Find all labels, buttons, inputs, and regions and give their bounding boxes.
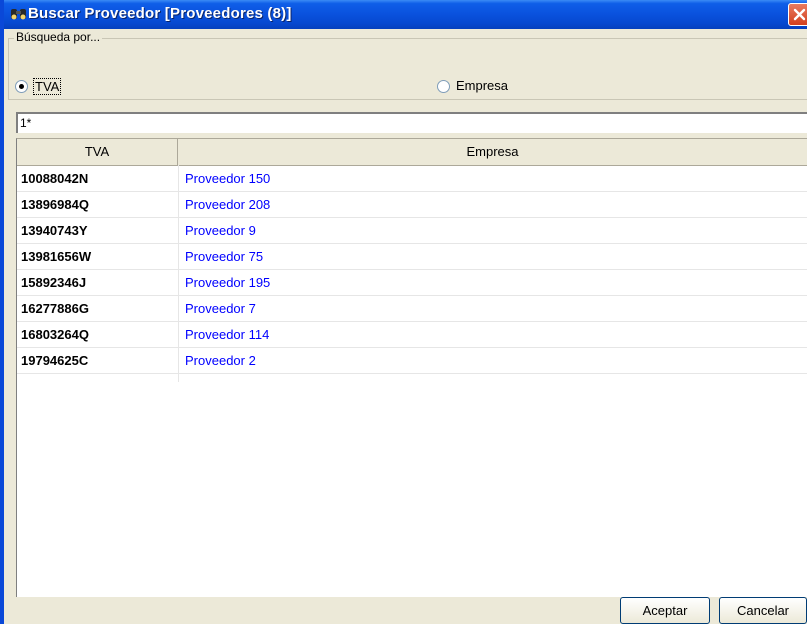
title-bar[interactable]: Buscar Proveedor [Proveedores (8)] [4, 0, 807, 29]
cell-empresa: Proveedor 195 [185, 275, 271, 290]
table-row[interactable]: 10088042N Proveedor 150 [17, 166, 807, 192]
cell-empresa: Proveedor 9 [185, 223, 256, 238]
table-row[interactable]: 13981656W Proveedor 75 [17, 244, 807, 270]
cell-tva: 15892346J [21, 275, 87, 290]
table-row[interactable]: 13896984Q Proveedor 208 [17, 192, 807, 218]
cell-empresa: Proveedor 150 [185, 171, 271, 186]
table-row[interactable]: 19794625C Proveedor 2 [17, 348, 807, 374]
cell-tva: 10088042N [21, 171, 89, 186]
binoculars-icon [10, 5, 28, 23]
close-button[interactable] [788, 3, 807, 26]
results-grid: TVA Empresa 10088042N Proveedor 150 1389… [16, 138, 807, 597]
cell-tva: 13940743Y [21, 223, 88, 238]
radio-tva-label[interactable]: TVA [33, 78, 62, 95]
cell-tva: 13981656W [21, 249, 92, 264]
table-row[interactable]: 16277886G Proveedor 7 [17, 296, 807, 322]
close-icon [793, 8, 806, 21]
cancel-button[interactable]: Cancelar [719, 597, 807, 624]
cell-empresa: Proveedor 114 [185, 327, 270, 342]
search-by-group [8, 38, 807, 100]
cell-empresa: Proveedor 208 [185, 197, 271, 212]
accept-button[interactable]: Aceptar [620, 597, 710, 624]
column-header-empresa[interactable]: Empresa [178, 139, 807, 165]
table-row[interactable]: 16803264Q Proveedor 114 [17, 322, 807, 348]
grid-header: TVA Empresa [17, 139, 807, 166]
cell-tva: 19794625C [21, 353, 89, 368]
search-input[interactable]: 1* [16, 112, 807, 133]
cell-empresa: Proveedor 75 [185, 249, 264, 264]
cell-empresa: Proveedor 2 [185, 353, 256, 368]
cell-tva: 16277886G [21, 301, 89, 316]
radio-selected-dot [19, 84, 24, 89]
table-row[interactable]: 15892346J Proveedor 195 [17, 270, 807, 296]
window-title: Buscar Proveedor [Proveedores (8)] [28, 5, 292, 22]
radio-empresa[interactable] [437, 80, 450, 93]
cell-empresa: Proveedor 7 [185, 301, 256, 316]
column-header-tva[interactable]: TVA [17, 139, 178, 165]
cell-tva: 13896984Q [21, 197, 89, 212]
radio-empresa-label[interactable]: Empresa [456, 78, 508, 93]
search-by-legend: Búsqueda por... [14, 30, 103, 44]
table-row[interactable]: 13940743Y Proveedor 9 [17, 218, 807, 244]
cell-tva: 16803264Q [21, 327, 89, 342]
radio-tva[interactable] [15, 80, 28, 93]
